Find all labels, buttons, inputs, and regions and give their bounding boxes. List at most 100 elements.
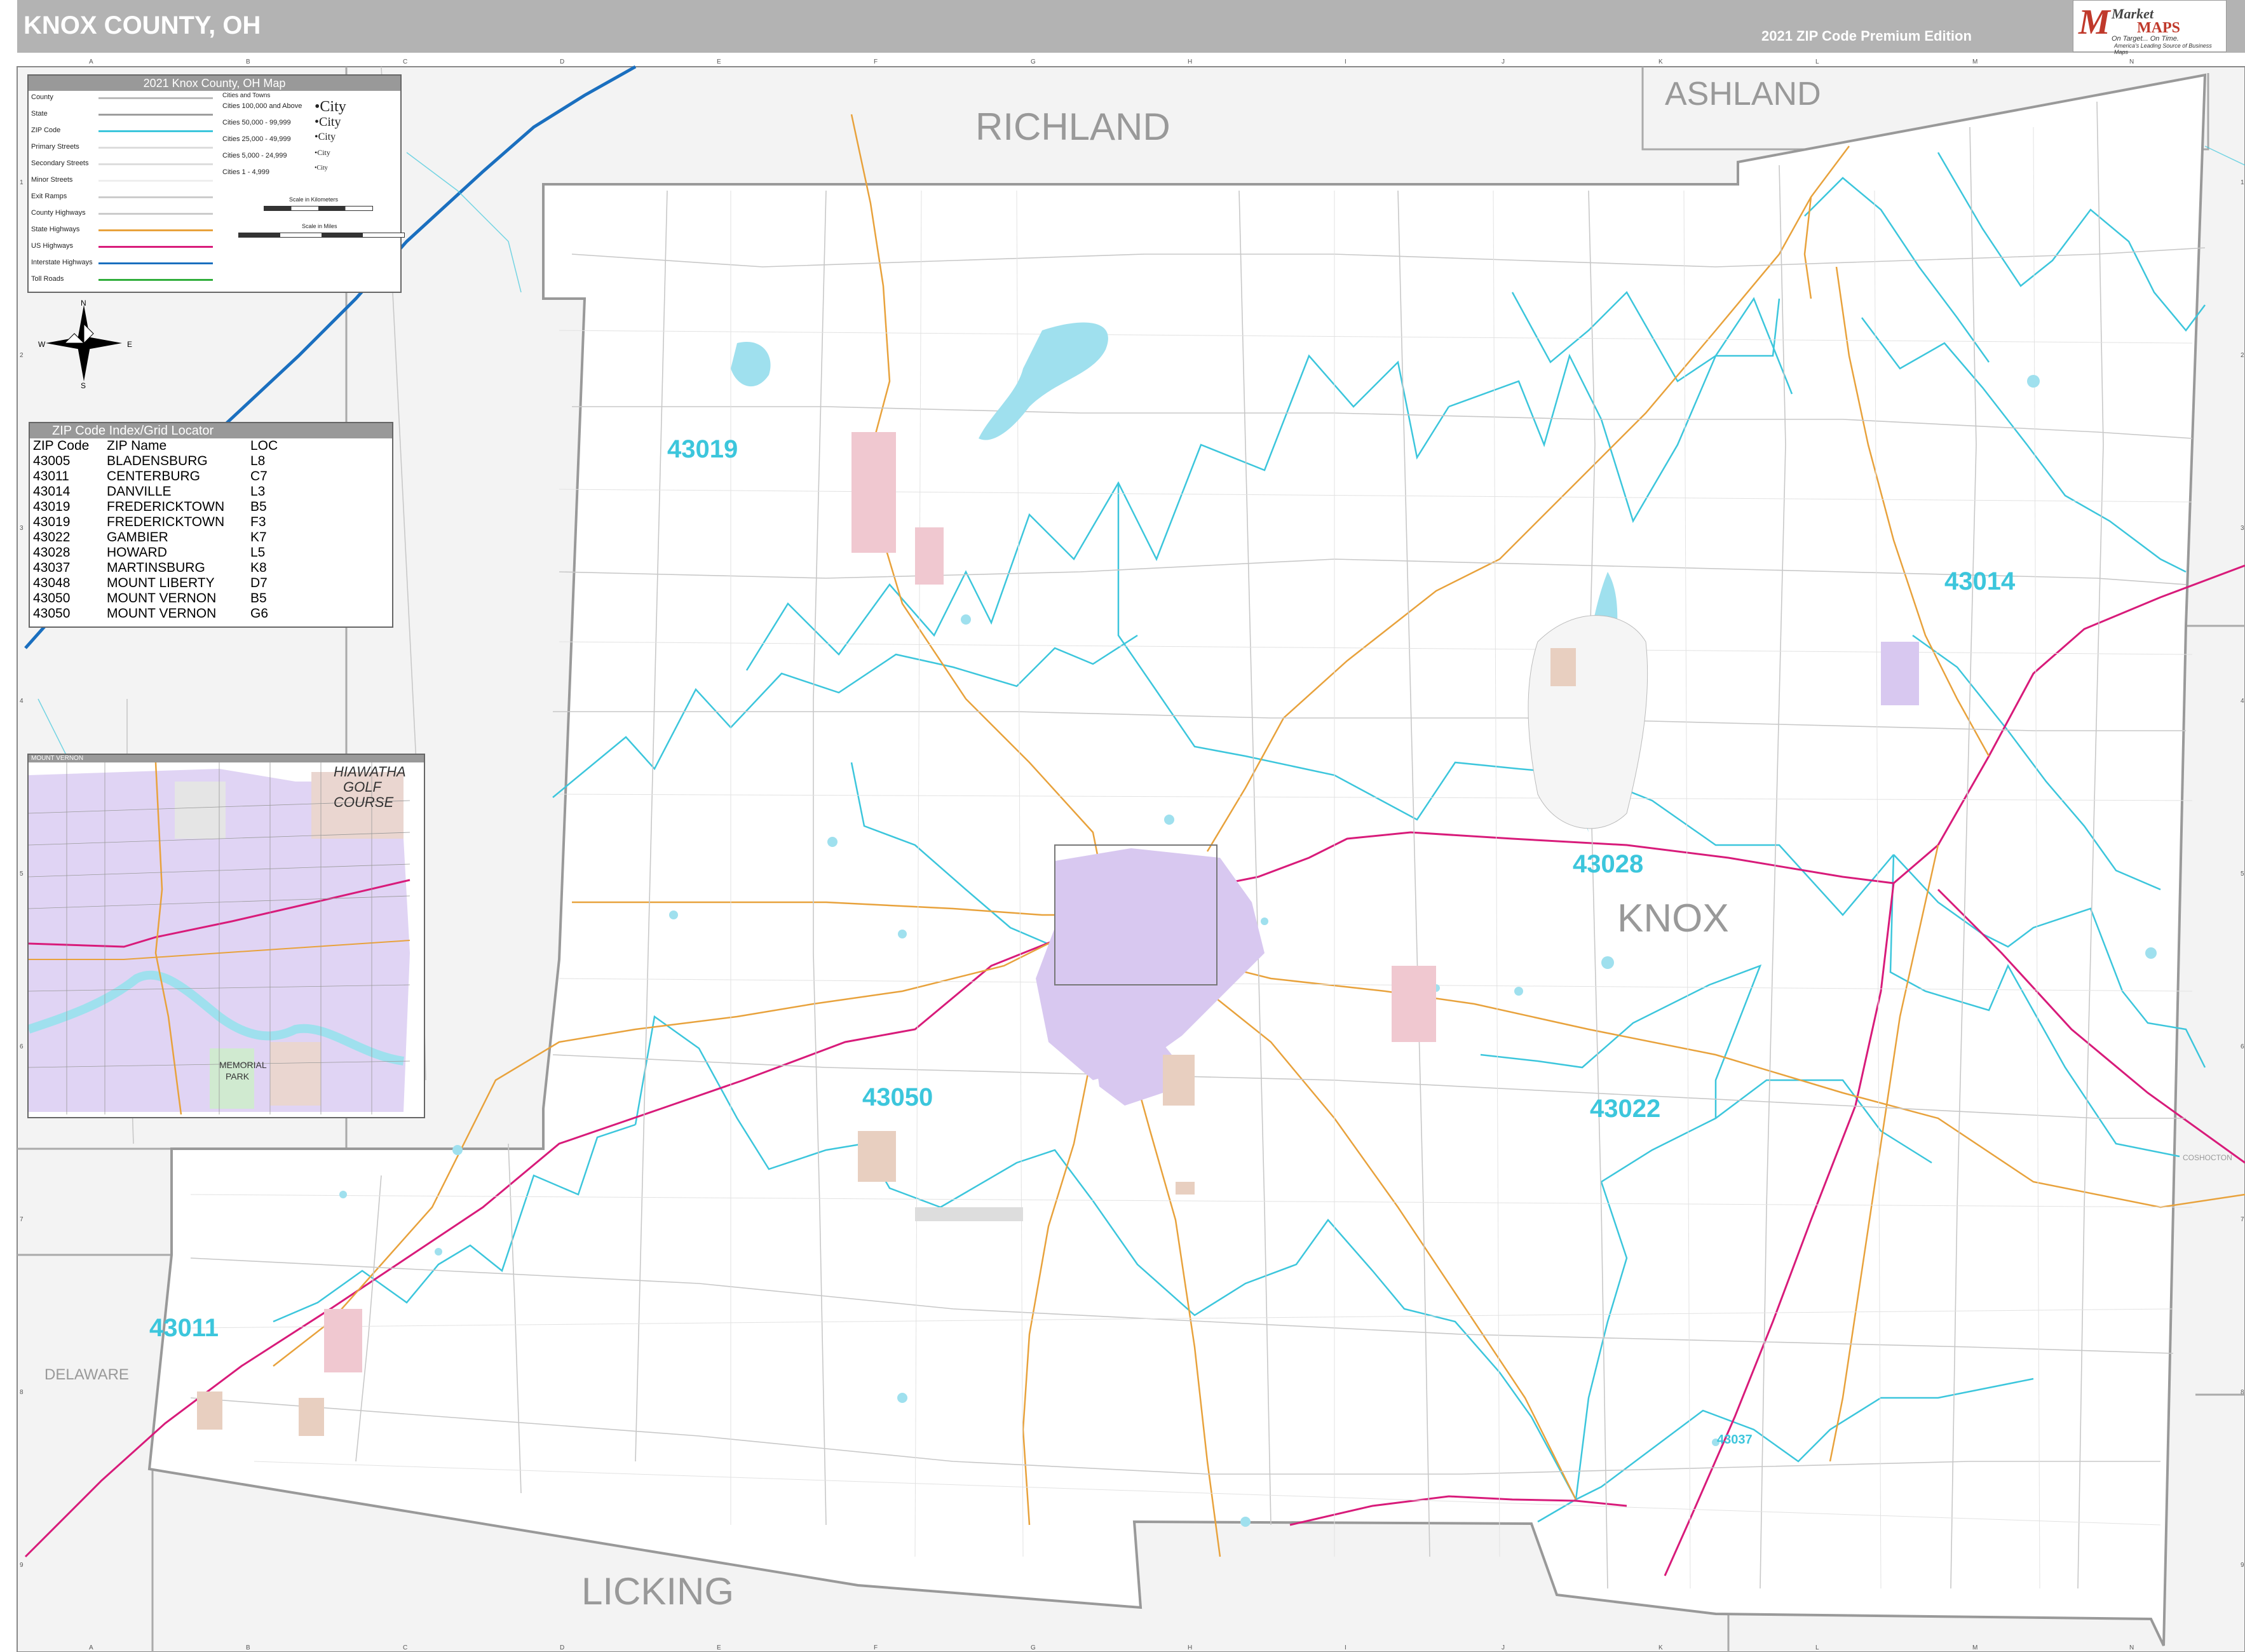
zip-loc-cell: K8 [250,560,267,575]
legend-item: Primary Streets [31,143,79,151]
grid-column-label: A [89,58,93,65]
grid-column-label: K [1658,58,1663,65]
legend-swatch [98,114,213,116]
inset-title: MOUNT VERNON [29,755,424,762]
zip-loc-cell: B5 [250,591,267,606]
grid-column-label: L [1815,1644,1819,1651]
legend-swatch [98,180,213,182]
grid-row-label: 8 [20,1389,24,1396]
zip-name-cell: MOUNT VERNON [107,606,217,621]
zip-index-row: 43050 MOUNT VERNON G6 [31,606,280,621]
legend-item: US Highways [31,242,74,250]
legend-swatch [98,147,213,149]
zip-index-row: 43050 MOUNT VERNON B5 [31,591,280,606]
legend-scale-km: Scale in Kilometers [289,196,339,203]
legend-city-sample: •City [315,148,330,157]
zip-label-43011: 43011 [149,1314,219,1342]
zip-loc-cell: L5 [250,545,266,560]
compass-s: S [81,381,86,390]
grid-column-label: C [403,1644,407,1651]
gambier-area [1392,966,1436,1042]
zip-name-cell: DANVILLE [107,484,172,499]
zip-name-cell: MARTINSBURG [107,560,205,575]
inset-label-memorial: MEMORIAL [219,1060,267,1070]
zip-label-43037: 43037 [1717,1433,1753,1447]
grid-column-label: M [1972,1644,1977,1651]
county-label-knox: KNOX [1617,897,1729,940]
zip-index-row: 43019 FREDERICKTOWN B5 [31,499,280,515]
zip-code-cell: 43050 [33,591,71,606]
zip-index-row: 43005 BLADENSBURG L8 [31,454,280,469]
legend-swatch [98,262,213,264]
grid-row-label: 1 [20,179,24,186]
grid-column-label: M [1972,58,1977,65]
zip-name-cell: FREDERICKTOWN [107,499,225,514]
legend-cities-title: Cities and Towns [222,92,271,99]
zip-code-cell: 43022 [33,530,71,545]
grid-column-label: J [1502,58,1505,65]
legend-item: Toll Roads [31,275,64,283]
legend-swatch [98,97,213,99]
zip-loc-cell: K7 [250,530,267,545]
grid-row-label: 2 [20,352,24,359]
grid-row-label: 7 [2241,1216,2244,1223]
compass-e: E [127,340,133,349]
legend-swatch [98,213,213,215]
legend-item: State Highways [31,226,80,233]
zip-index-row: 43019 FREDERICKTOWN F3 [31,515,280,530]
grid-row-label: 2 [2241,352,2244,359]
zip-loc-cell: B5 [250,499,267,514]
legend-panel: 2021 Knox County, OH Map County State ZIP … [27,74,405,293]
legend-swatch [98,196,213,198]
zip-code-cell: 43005 [33,454,71,468]
fredericktown-area [851,432,896,553]
zip-loc-cell: L8 [250,454,266,468]
zip-code-cell: 43019 [33,499,71,514]
zip-label-43014: 43014 [1944,567,2016,595]
compass-n: N [81,299,86,308]
grid-row-label: 6 [20,1043,24,1050]
zip-header-loc: LOC [250,438,278,453]
legend-city-range: Cities 25,000 - 49,999 [222,135,291,143]
zip-loc-cell: L3 [250,484,266,499]
inset-label-course: COURSE [334,794,394,810]
zip-label-43028: 43028 [1573,850,1644,878]
grid-row-label: 5 [20,870,24,877]
grid-column-label: H [1188,1644,1192,1651]
zip-name-cell: MOUNT LIBERTY [107,576,215,590]
zip-name-cell: GAMBIER [107,530,168,545]
legend-item: Exit Ramps [31,193,67,200]
zip-index-table: ZIP Code ZIP Name LOC 43005 BLADENSBURG L8… [31,438,280,621]
mount-vernon-inset[interactable]: MOUNT VERNON HIAWATHA GOLF COURSE MEMORI… [27,754,425,1118]
zip-code-cell: 43048 [33,576,71,590]
legend-city-sample: •City [315,98,346,115]
danville-area [1881,642,1919,705]
grid-column-label: L [1815,58,1819,65]
grid-column-label: J [1502,1644,1505,1651]
grid-column-label: N [2129,58,2134,65]
zip-loc-cell: F3 [250,515,266,529]
zip-code-cell: 43011 [33,469,69,484]
legend-city-range: Cities 5,000 - 24,999 [222,152,287,159]
legend-swatch [98,279,213,281]
grid-column-label: F [874,58,878,65]
grid-column-label: B [246,58,250,65]
grid-column-label: N [2129,1644,2134,1651]
grid-row-label: 3 [20,525,24,532]
zip-loc-cell: G6 [250,606,269,621]
legend-item: Minor Streets [31,176,73,184]
legend-swatch [98,246,213,248]
grid-row-label: 7 [20,1216,24,1223]
apple-valley-area [1528,615,1648,829]
legend-city-range: Cities 50,000 - 99,999 [222,119,291,126]
grid-column-label: E [717,58,721,65]
centerburg-area [324,1309,362,1372]
legend-city-range: Cities 100,000 and Above [222,102,302,110]
grid-column-label: B [246,1644,250,1651]
grid-row-label: 1 [2241,179,2244,186]
zip-index-row: 43037 MARTINSBURG K8 [31,560,280,576]
grid-column-label: C [403,58,407,65]
legend-city-sample: •City [315,132,336,142]
compass-rose [46,305,122,381]
grid-column-label: G [1031,58,1036,65]
